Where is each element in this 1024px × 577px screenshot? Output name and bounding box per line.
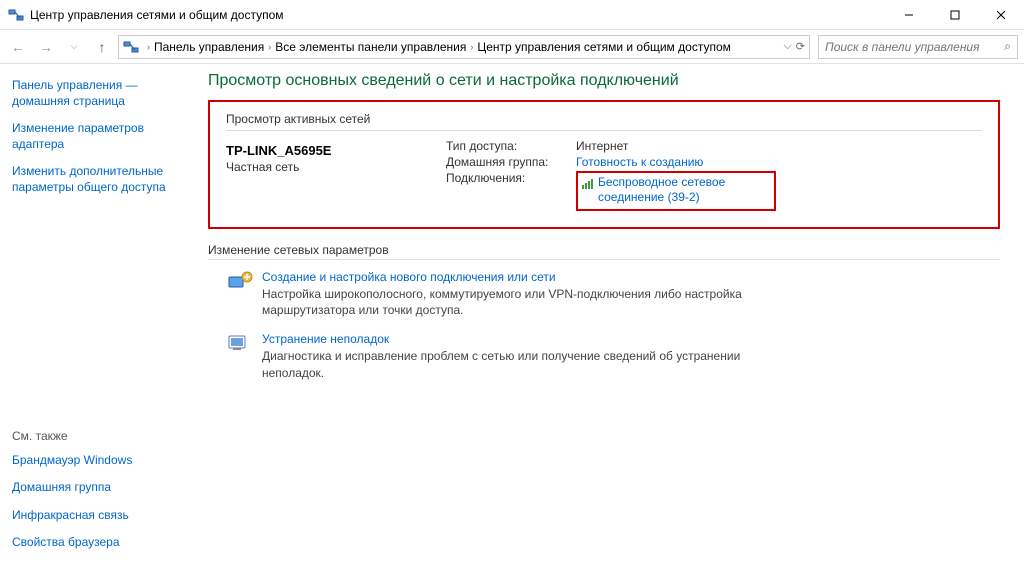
wifi-signal-icon [582,177,594,192]
breadcrumb[interactable]: Центр управления сетями и общим доступом [477,40,731,54]
up-button[interactable]: ↑ [90,35,114,59]
troubleshoot-icon [226,332,254,354]
close-button[interactable] [978,0,1024,30]
new-connection-link[interactable]: Создание и настройка нового подключения … [262,270,782,284]
search-input[interactable] [825,40,1004,54]
navigation-bar: ← → ⌵ ↑ › Панель управления › Все элемен… [0,30,1024,64]
back-button[interactable]: ← [6,35,30,59]
access-type-value: Интернет [576,139,628,153]
titlebar: Центр управления сетями и общим доступом [0,0,1024,30]
address-bar[interactable]: › Панель управления › Все элементы панел… [118,35,810,59]
option-new-connection: Создание и настройка нового подключения … [226,270,1000,318]
change-settings-title: Изменение сетевых параметров [208,243,1000,257]
connections-label: Подключения: [446,171,576,185]
access-type-label: Тип доступа: [446,139,576,153]
main-content: Просмотр основных сведений о сети и наст… [200,64,1024,577]
homegroup-label: Домашняя группа: [446,155,576,169]
search-box[interactable]: ⌕ [818,35,1018,59]
window-title: Центр управления сетями и общим доступом [30,8,886,22]
chevron-right-icon[interactable]: › [268,42,271,52]
window-controls [886,0,1024,30]
connection-highlight: Беспроводное сетевое соединение (39-2) [576,171,776,211]
see-also-link-homegroup[interactable]: Домашняя группа [12,480,188,496]
active-networks-highlight: Просмотр активных сетей TP-LINK_A5695E Ч… [208,100,1000,229]
see-also-link-infrared[interactable]: Инфракрасная связь [12,508,188,524]
network-center-icon [123,39,139,55]
address-dropdown-button[interactable]: ⌵ [783,40,791,53]
history-dropdown[interactable]: ⌵ [62,35,86,59]
troubleshoot-desc: Диагностика и исправление проблем с сеть… [262,348,782,380]
network-type: Частная сеть [226,160,446,174]
new-connection-icon [226,270,254,292]
breadcrumb[interactable]: Панель управления [154,40,264,54]
network-center-icon [8,7,24,23]
troubleshoot-link[interactable]: Устранение неполадок [262,332,782,346]
minimize-button[interactable] [886,0,932,30]
refresh-button[interactable]: ⟳ [796,40,805,53]
sidebar-link-advanced-sharing[interactable]: Изменить дополнительные параметры общего… [12,164,188,195]
sidebar: Панель управления — домашняя страница Из… [0,64,200,577]
new-connection-desc: Настройка широкополосного, коммутируемог… [262,286,782,318]
breadcrumb[interactable]: Все элементы панели управления [275,40,466,54]
chevron-right-icon[interactable]: › [147,42,150,52]
homegroup-link[interactable]: Готовность к созданию [576,155,703,169]
chevron-right-icon[interactable]: › [470,42,473,52]
page-heading: Просмотр основных сведений о сети и наст… [208,72,1000,90]
sidebar-link-adapter-settings[interactable]: Изменение параметров адаптера [12,121,188,152]
connection-link[interactable]: Беспроводное сетевое соединение (39-2) [598,175,768,205]
active-networks-title: Просмотр активных сетей [226,112,982,126]
forward-button[interactable]: → [34,35,58,59]
network-name: TP-LINK_A5695E [226,143,446,158]
maximize-button[interactable] [932,0,978,30]
see-also-heading: См. также [12,429,188,443]
sidebar-link-home[interactable]: Панель управления — домашняя страница [12,78,188,109]
see-also-link-firewall[interactable]: Брандмауэр Windows [12,453,188,469]
search-icon: ⌕ [1004,39,1011,54]
option-troubleshoot: Устранение неполадок Диагностика и испра… [226,332,1000,380]
see-also-link-browser-props[interactable]: Свойства браузера [12,535,188,551]
